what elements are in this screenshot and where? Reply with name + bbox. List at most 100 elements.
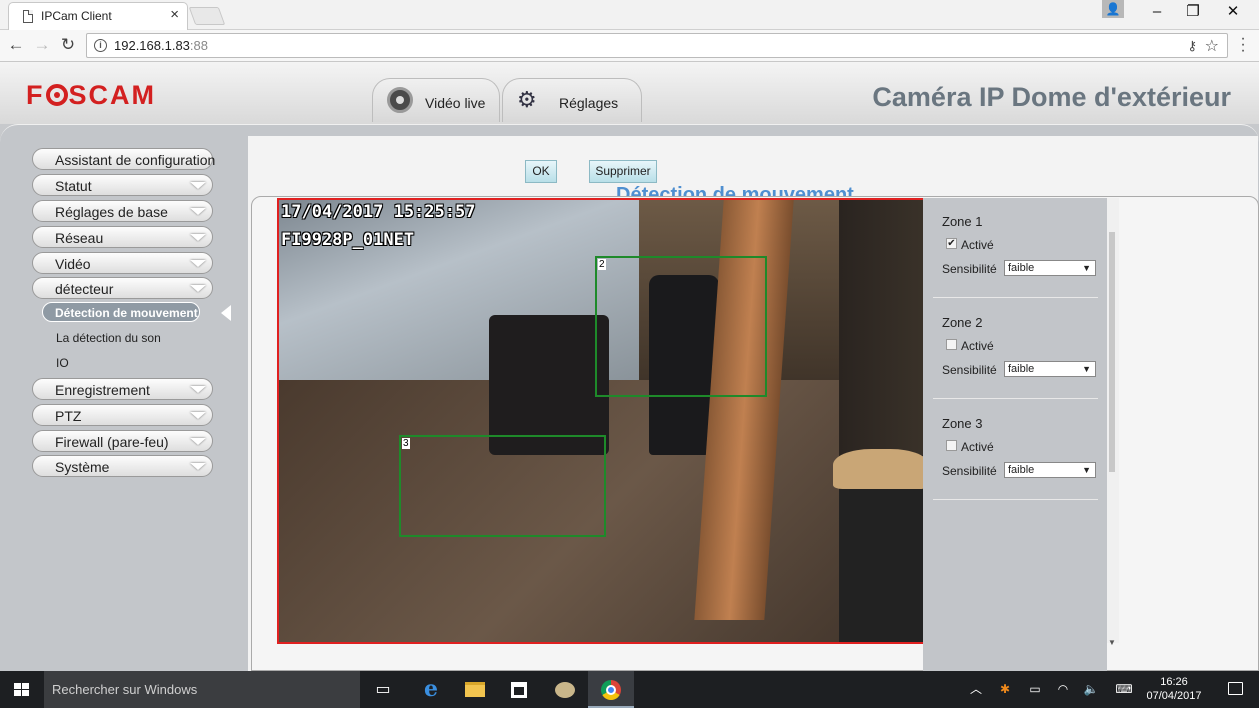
forward-arrow-icon[interactable]: →: [30, 34, 54, 58]
new-tab-button[interactable]: [188, 7, 226, 25]
edge-browser-icon[interactable]: e: [408, 671, 454, 708]
sidebar-item-label: Firewall (pare-feu): [55, 434, 169, 450]
dropdown-arrow-icon: ▼: [1082, 364, 1091, 374]
zone-active-label: Activé: [961, 339, 994, 353]
osd-camera-name: FI9928P_01NET: [281, 230, 415, 250]
sidebar-subitem-sound-detection[interactable]: La détection du son: [56, 331, 161, 345]
zone-1-active-checkbox[interactable]: ✔: [946, 238, 957, 249]
info-icon[interactable]: i: [94, 39, 107, 52]
sidebar-item-system[interactable]: Système: [32, 455, 213, 477]
dropdown-arrow-icon: ▼: [1082, 263, 1091, 273]
chevron-down-icon: [190, 386, 206, 393]
scene-bin: [833, 449, 923, 642]
osd-datetime: 17/04/2017 15:25:57: [281, 202, 476, 222]
task-view-icon[interactable]: ▭: [360, 671, 406, 708]
chevron-down-icon: [190, 412, 206, 419]
keyboard-icon[interactable]: ⌨: [1110, 671, 1138, 708]
sidebar-item-detector[interactable]: détecteur: [32, 277, 213, 299]
paint-icon[interactable]: [542, 671, 588, 708]
foscam-tray-icon[interactable]: ✱: [994, 671, 1016, 708]
scrollbar-thumb[interactable]: [1109, 232, 1115, 472]
sidebar-item-status[interactable]: Statut: [32, 174, 213, 196]
zone-rect-3[interactable]: 3: [399, 435, 606, 537]
sidebar-item-assistant[interactable]: Assistant de configuration: [32, 148, 215, 170]
delete-button[interactable]: Supprimer: [589, 160, 657, 183]
zone-block-1: Zone 1 ✔ Activé Sensibilité faible ▼: [933, 198, 1098, 298]
windows-taskbar: Rechercher sur Windows ▭ e ︿ ✱ ▭ ◠ 🔈 ⌨ 1…: [0, 671, 1259, 708]
taskbar-clock[interactable]: 16:26 07/04/2017: [1142, 675, 1206, 703]
sidebar-subitem-io[interactable]: IO: [56, 356, 69, 370]
sidebar-item-ptz[interactable]: PTZ: [32, 404, 213, 426]
tab-video-live[interactable]: Vidéo live: [372, 78, 500, 122]
back-arrow-icon[interactable]: ←: [4, 34, 28, 58]
close-window-button[interactable]: ✕: [1210, 0, 1256, 26]
zone-3-sensitivity-select[interactable]: faible ▼: [1004, 462, 1096, 478]
url-input[interactable]: i 192.168.1.83:88 ⚷ ☆: [86, 33, 1228, 58]
tray-expand-icon[interactable]: ︿: [966, 671, 986, 708]
volume-icon[interactable]: 🔈: [1080, 671, 1102, 708]
windows-logo-icon: [14, 683, 29, 697]
battery-icon[interactable]: ▭: [1024, 671, 1046, 708]
camera-video-feed[interactable]: 17/04/2017 15:25:57 FI9928P_01NET 2 3: [277, 198, 925, 644]
sidebar-subitem-label: Détection de mouvement: [55, 306, 198, 320]
sensitivity-value: faible: [1008, 464, 1035, 476]
sidebar-item-basic-settings[interactable]: Réglages de base: [32, 200, 213, 222]
browser-menu-icon[interactable]: · · ·: [1236, 31, 1250, 59]
sensitivity-value: faible: [1008, 363, 1035, 375]
sidebar-item-label: Système: [55, 459, 110, 475]
page-title: Caméra IP Dome d'extérieur: [872, 82, 1231, 112]
page-icon: [23, 10, 33, 23]
url-host: 192.168.1.83: [114, 38, 190, 53]
reload-icon[interactable]: ↻: [56, 34, 80, 58]
chevron-down-icon: [190, 260, 206, 267]
selection-pointer-icon: [221, 305, 231, 321]
zone-1-sensitivity-select[interactable]: faible ▼: [1004, 260, 1096, 276]
chevron-down-icon: [190, 208, 206, 215]
chevron-down-icon: [190, 285, 206, 292]
sidebar-item-network[interactable]: Réseau: [32, 226, 213, 248]
sidebar-item-label: Réseau: [55, 230, 104, 246]
wifi-icon[interactable]: ◠: [1052, 671, 1074, 708]
zone-2-sensitivity-select[interactable]: faible ▼: [1004, 361, 1096, 377]
taskbar-search-box[interactable]: Rechercher sur Windows: [44, 671, 360, 708]
zone-title: Zone 2: [942, 315, 983, 330]
tab-title: IPCam Client: [41, 9, 112, 23]
vertical-scrollbar[interactable]: ▼: [1107, 198, 1119, 647]
zone-number: 2: [598, 259, 606, 270]
zone-3-active-checkbox[interactable]: [946, 440, 957, 451]
sidebar-item-recording[interactable]: Enregistrement: [32, 378, 213, 400]
sensitivity-value: faible: [1008, 262, 1035, 274]
webcam-icon: [387, 87, 413, 113]
sidebar-subitem-motion-detection[interactable]: Détection de mouvement: [42, 302, 200, 322]
start-button[interactable]: [0, 671, 44, 708]
browser-tab[interactable]: IPCam Client ×: [8, 2, 188, 30]
chrome-icon[interactable]: [588, 671, 634, 708]
tab-settings[interactable]: ⚙ Réglages: [502, 78, 642, 122]
tab-close-icon[interactable]: ×: [170, 6, 179, 23]
clock-date: 07/04/2017: [1146, 690, 1202, 702]
browser-tab-bar: IPCam Client × 👤 – ❐ ✕: [0, 0, 1259, 30]
sensitivity-label: Sensibilité: [942, 464, 997, 478]
key-icon[interactable]: ⚷: [1187, 38, 1197, 54]
sidebar-item-video[interactable]: Vidéo: [32, 252, 213, 274]
zone-2-active-checkbox[interactable]: [946, 339, 957, 350]
chevron-down-icon: [190, 234, 206, 241]
bookmark-star-icon[interactable]: ☆: [1205, 36, 1219, 56]
tab-settings-label: Réglages: [559, 95, 619, 111]
ok-button[interactable]: OK: [525, 160, 557, 183]
tab-video-live-label: Vidéo live: [425, 95, 486, 111]
profile-icon[interactable]: 👤: [1102, 0, 1124, 18]
sidebar-item-firewall[interactable]: Firewall (pare-feu): [32, 430, 213, 452]
dropdown-arrow-icon: ▼: [1082, 465, 1091, 475]
sidebar-item-label: Réglages de base: [55, 204, 168, 220]
clock-time: 16:26: [1160, 676, 1188, 688]
store-icon[interactable]: [496, 671, 542, 708]
search-placeholder: Rechercher sur Windows: [52, 682, 198, 697]
zone-active-label: Activé: [961, 440, 994, 454]
zone-number: 3: [402, 438, 410, 449]
notification-center-icon[interactable]: [1228, 682, 1243, 695]
scroll-down-arrow-icon[interactable]: ▼: [1108, 638, 1116, 647]
chevron-down-icon: [190, 438, 206, 445]
file-explorer-icon[interactable]: [452, 671, 498, 708]
zone-rect-2[interactable]: 2: [595, 256, 767, 397]
